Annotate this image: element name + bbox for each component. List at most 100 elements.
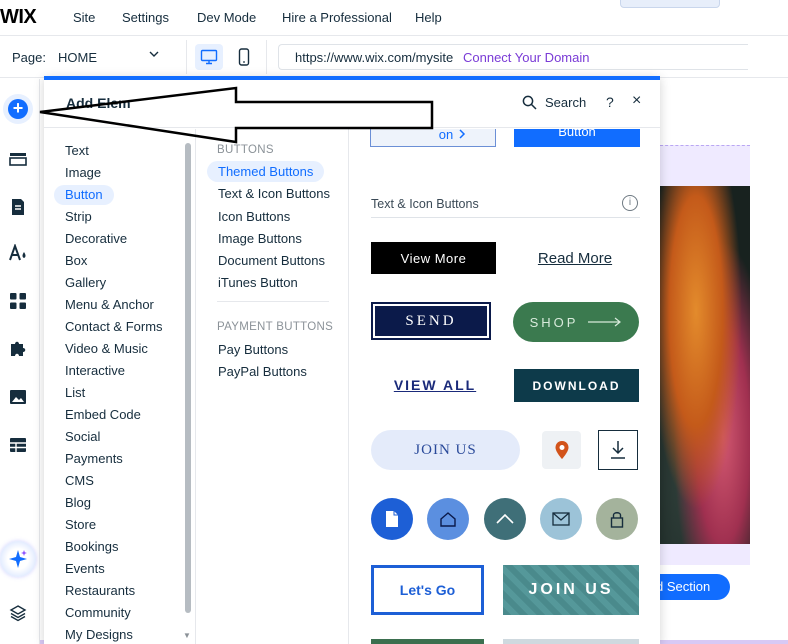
- info-icon[interactable]: i: [622, 195, 638, 211]
- connect-domain-link[interactable]: Connect Your Domain: [463, 50, 589, 65]
- category-interactive[interactable]: Interactive: [54, 361, 136, 381]
- page-selector[interactable]: HOME: [58, 50, 97, 65]
- apps-icon[interactable]: [6, 289, 30, 313]
- close-icon[interactable]: ×: [632, 92, 641, 110]
- add-icon: +: [8, 99, 28, 119]
- mobile-icon: [238, 48, 250, 66]
- subcategory-list: BUTTONS Themed Buttons Text & Icon Butto…: [197, 129, 349, 644]
- section-guide-line: [660, 145, 750, 146]
- desktop-icon: [200, 49, 218, 65]
- ai-assistant-button[interactable]: [0, 541, 36, 577]
- next-preview-partial[interactable]: [371, 639, 484, 644]
- panel-search-button[interactable]: Search: [522, 95, 586, 110]
- category-events[interactable]: Events: [54, 559, 116, 579]
- chevron-up-icon: [496, 514, 514, 524]
- menu-hire-professional[interactable]: Hire a Professional: [282, 10, 392, 25]
- sub-document-buttons[interactable]: Document Buttons: [207, 250, 336, 271]
- layers-icon[interactable]: [6, 601, 30, 625]
- add-elements-panel: Add Elem Search ? × Text Image Button St…: [44, 76, 660, 644]
- media-icon[interactable]: [6, 385, 30, 409]
- category-gallery[interactable]: Gallery: [54, 273, 117, 293]
- wix-logo[interactable]: WIX: [0, 6, 37, 29]
- category-list: Text Image Button Strip Decorative Box G…: [44, 129, 196, 644]
- arrow-right-icon: [588, 317, 622, 327]
- site-url-bar[interactable]: https://www.wix.com/mysite Connect Your …: [278, 44, 748, 70]
- sub-paypal-buttons[interactable]: PayPal Buttons: [207, 361, 318, 382]
- category-list[interactable]: List: [54, 383, 96, 403]
- wix-editor-window: WIX Site Settings Dev Mode Hire a Profes…: [0, 0, 788, 644]
- page-label: Page:: [12, 50, 46, 65]
- design-icon[interactable]: [6, 241, 30, 265]
- page-toolbar: Page: HOME https://www.wix.com/mysite Co…: [0, 36, 788, 78]
- chevron-down-icon[interactable]: [148, 48, 160, 63]
- scroll-down-icon[interactable]: ▼: [183, 631, 191, 640]
- document-icon: [386, 511, 398, 527]
- preview-left-label: on: [438, 129, 454, 142]
- category-decorative[interactable]: Decorative: [54, 229, 138, 249]
- up-circle-button-preview[interactable]: [484, 498, 526, 540]
- category-button[interactable]: Button: [54, 185, 114, 205]
- location-button-preview[interactable]: [542, 431, 581, 469]
- menu-dev-mode[interactable]: Dev Mode: [197, 10, 256, 25]
- menu-settings[interactable]: Settings: [122, 10, 169, 25]
- sub-image-buttons[interactable]: Image Buttons: [207, 228, 313, 249]
- shop-button-preview[interactable]: SHOP: [513, 302, 639, 342]
- sub-itunes-button[interactable]: iTunes Button: [207, 272, 309, 293]
- category-my-designs[interactable]: My Designs: [54, 625, 144, 644]
- category-cms[interactable]: CMS: [54, 471, 105, 491]
- view-more-button-preview[interactable]: View More: [371, 242, 496, 274]
- canvas-image[interactable]: [660, 186, 750, 544]
- category-video-music[interactable]: Video & Music: [54, 339, 159, 359]
- desktop-view-button[interactable]: [195, 44, 223, 70]
- category-text[interactable]: Text: [54, 141, 100, 161]
- next-preview-partial-2[interactable]: [503, 639, 639, 644]
- top-right-tab[interactable]: [620, 0, 720, 8]
- add-elements-button[interactable]: +: [3, 94, 33, 124]
- view-all-button-preview[interactable]: VIEW ALL: [390, 372, 480, 398]
- category-scrollbar[interactable]: [185, 143, 191, 613]
- category-menu-anchor[interactable]: Menu & Anchor: [54, 295, 165, 315]
- category-image[interactable]: Image: [54, 163, 112, 183]
- lets-go-button-preview[interactable]: Let's Go: [371, 565, 484, 615]
- category-restaurants[interactable]: Restaurants: [54, 581, 146, 601]
- category-box[interactable]: Box: [54, 251, 98, 271]
- home-circle-button-preview[interactable]: [427, 498, 469, 540]
- lock-circle-button-preview[interactable]: [596, 498, 638, 540]
- help-icon[interactable]: ?: [606, 94, 614, 110]
- puzzle-icon[interactable]: [6, 337, 30, 361]
- join-us-button-preview[interactable]: JOIN US: [371, 430, 520, 470]
- menu-site[interactable]: Site: [73, 10, 95, 25]
- sections-icon[interactable]: [6, 147, 30, 171]
- sub-pay-buttons[interactable]: Pay Buttons: [207, 339, 299, 360]
- category-contact-forms[interactable]: Contact & Forms: [54, 317, 174, 337]
- category-community[interactable]: Community: [54, 603, 142, 623]
- table-icon[interactable]: [6, 433, 30, 457]
- search-label: Search: [545, 95, 587, 110]
- category-blog[interactable]: Blog: [54, 493, 102, 513]
- category-bookings[interactable]: Bookings: [54, 537, 129, 557]
- category-payments[interactable]: Payments: [54, 449, 134, 469]
- shop-label: SHOP: [529, 314, 579, 330]
- sub-themed-buttons[interactable]: Themed Buttons: [207, 161, 325, 182]
- menu-help[interactable]: Help: [415, 10, 442, 25]
- mail-circle-button-preview[interactable]: [540, 498, 582, 540]
- category-strip[interactable]: Strip: [54, 207, 103, 227]
- category-store[interactable]: Store: [54, 515, 107, 535]
- download-icon-button-preview[interactable]: [598, 430, 638, 470]
- themed-button-preview-right[interactable]: Button: [514, 129, 640, 147]
- category-embed-code[interactable]: Embed Code: [54, 405, 152, 425]
- mobile-view-button[interactable]: [230, 44, 258, 70]
- document-circle-button-preview[interactable]: [371, 498, 413, 540]
- sub-text-icon-buttons[interactable]: Text & Icon Buttons: [207, 183, 341, 204]
- sub-icon-buttons[interactable]: Icon Buttons: [207, 206, 301, 227]
- subcategory-divider: [217, 301, 329, 302]
- read-more-button-preview[interactable]: Read More: [520, 242, 630, 274]
- site-url: https://www.wix.com/mysite: [295, 50, 454, 65]
- join-us-texture-button-preview[interactable]: JOIN US: [503, 565, 639, 615]
- pages-icon[interactable]: [6, 195, 30, 219]
- send-button-preview[interactable]: SEND: [371, 302, 491, 340]
- panel-header: Add Elem Search ? ×: [44, 80, 660, 128]
- download-button-preview[interactable]: DOWNLOAD: [514, 369, 639, 402]
- themed-button-preview-left[interactable]: on: [370, 129, 496, 147]
- category-social[interactable]: Social: [54, 427, 111, 447]
